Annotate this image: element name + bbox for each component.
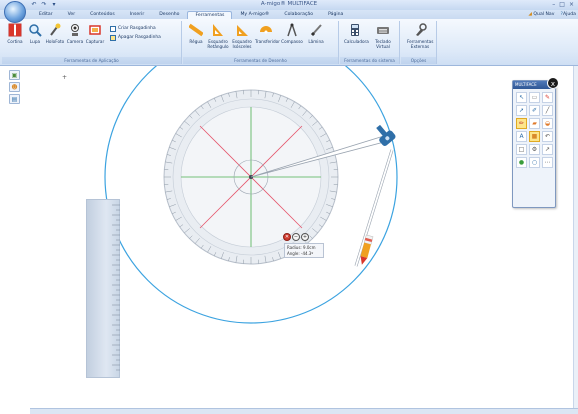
transferidor-icon xyxy=(259,23,273,37)
lamina-icon xyxy=(309,23,323,37)
lupa-icon xyxy=(28,23,42,37)
lamina-button[interactable]: Lâmina xyxy=(305,23,327,44)
menu-tabs-row: Editar Ver Conteúdos Inserir Desenho Fer… xyxy=(0,10,578,19)
regua-icon xyxy=(189,23,203,37)
esquadro-isosceles-button[interactable]: Esquadro Isósceles xyxy=(231,23,253,49)
regua-button[interactable]: Régua xyxy=(185,23,207,44)
group-label: Ferramentas de Aplicação xyxy=(2,57,181,64)
cortina-icon xyxy=(8,23,22,37)
window-title: A-migo® MULTIFACE xyxy=(260,1,318,7)
ajuda-link[interactable]: ?Ajuda xyxy=(560,11,576,19)
teclado-icon xyxy=(376,23,390,37)
horizontal-scrollbar[interactable] xyxy=(30,408,578,414)
toolbox-close-icon[interactable]: x xyxy=(547,77,559,89)
group-sistema: Calculadora Teclado Virtual Ferramentas … xyxy=(340,21,400,64)
esquadro-isosceles-icon xyxy=(235,23,249,37)
tab-inserir[interactable]: Inserir xyxy=(123,11,152,19)
group-label: Opções xyxy=(401,57,436,64)
teclado-virtual-button[interactable]: Teclado Virtual xyxy=(372,23,394,49)
shape-tool-icon[interactable]: ■ xyxy=(529,131,540,142)
measurement-info: Radius: 9.0cm Angle: -44.3º xyxy=(284,243,324,258)
tab-ferramentas[interactable]: Ferramentas xyxy=(187,11,233,19)
group-label: Ferramentas do sistema xyxy=(340,57,399,64)
holofoto-icon xyxy=(48,23,62,37)
circle-tool-icon[interactable]: ○ xyxy=(529,157,540,168)
ferramentas-externas-button[interactable]: Ferramentas Externas xyxy=(407,23,433,49)
tab-my-amigo[interactable]: My A-migo® xyxy=(233,11,276,19)
toolbox-title: MULTIFACE xyxy=(515,82,537,87)
esquadro-retangulo-icon xyxy=(211,23,225,37)
criar-rasgadinha-icon xyxy=(110,26,116,32)
vertical-scrollbar[interactable] xyxy=(573,66,578,408)
apagar-rasgadinha-button[interactable]: Apagar Rasgadinha xyxy=(110,35,161,41)
compass-measurement-panel: ✕ − + Radius: 9.0cm Angle: -44.3º xyxy=(283,233,327,261)
delete-compass-icon[interactable]: ✕ xyxy=(283,233,291,241)
text-tool-icon[interactable]: A xyxy=(516,131,527,142)
tab-desenho[interactable]: Desenho xyxy=(152,11,186,19)
close-button[interactable]: × xyxy=(569,1,574,8)
menu-tabs: Editar Ver Conteúdos Inserir Desenho Fer… xyxy=(32,11,350,19)
toolbox-grid: ↖ ▭ ✎ ➚ ✐ ╱ ✏ ▰ ◒ A ■ ↶ □ ⚙ ↗ ● ○ ⋯ xyxy=(513,89,555,170)
application-orb-button[interactable] xyxy=(4,1,26,23)
ribbon: Cortina Lupa HoloFoto Camera Capturar Cr… xyxy=(0,19,578,66)
calculadora-button[interactable]: Calculadora xyxy=(344,23,369,44)
calculadora-icon xyxy=(348,23,362,37)
capturar-button[interactable]: Capturar xyxy=(84,23,106,44)
color-tool-icon[interactable]: ● xyxy=(516,157,527,168)
right-links: ◢ Qual Nav ?Ajuda xyxy=(528,11,576,19)
holofoto-button[interactable]: HoloFoto xyxy=(44,23,66,44)
capturar-icon xyxy=(88,23,102,37)
page-tool-icon[interactable]: ▭ xyxy=(529,92,540,103)
compasso-button[interactable]: Compasso xyxy=(281,23,303,44)
highlighter-tool-icon[interactable]: ✏ xyxy=(516,118,527,129)
tab-colaboracao[interactable]: Colaboração xyxy=(277,11,320,19)
pen-tool-icon[interactable]: ✎ xyxy=(542,92,553,103)
criar-rasgadinha-button[interactable]: Criar Rasgadinha xyxy=(110,26,156,32)
apagar-rasgadinha-icon xyxy=(110,35,116,41)
line-tool-icon[interactable]: ╱ xyxy=(542,105,553,116)
title-bar: ↶ ↷ ▾ A-migo® MULTIFACE – □ × xyxy=(0,0,578,10)
zoom-out-icon[interactable]: − xyxy=(292,233,300,241)
tab-conteudos[interactable]: Conteúdos xyxy=(83,11,122,19)
select-tool-icon[interactable]: ↖ xyxy=(516,92,527,103)
zoom-in-icon[interactable]: + xyxy=(301,233,309,241)
esquadro-retangulo-button[interactable]: Esquadro Retângulo xyxy=(207,23,229,49)
maximize-button[interactable]: □ xyxy=(559,1,565,8)
cortina-button[interactable]: Cortina xyxy=(4,23,26,44)
floating-toolbox[interactable]: MULTIFACE x ↖ ▭ ✎ ➚ ✐ ╱ ✏ ▰ ◒ A ■ ↶ □ ⚙ … xyxy=(512,77,559,208)
group-label: Ferramentas de Desenho xyxy=(183,57,338,64)
lupa-button[interactable]: Lupa xyxy=(24,23,46,44)
group-desenho: Régua Esquadro Retângulo Esquadro Isósce… xyxy=(183,21,339,64)
tab-ver[interactable]: Ver xyxy=(61,11,83,19)
nav-icon: ◢ xyxy=(528,12,532,17)
qual-nav-link[interactable]: ◢ Qual Nav xyxy=(528,11,554,19)
marker-tool-icon[interactable]: ✐ xyxy=(529,105,540,116)
compass-controls: ✕ − + xyxy=(283,233,327,241)
radius-readout: Radius: 9.0cm xyxy=(287,245,316,250)
transferidor-button[interactable]: Transferidor xyxy=(255,23,280,44)
settings-tool-icon[interactable]: ⚙ xyxy=(529,144,540,155)
group-aplicacao: Cortina Lupa HoloFoto Camera Capturar Cr… xyxy=(2,21,182,64)
pointer-tool-icon[interactable]: ➚ xyxy=(516,105,527,116)
eraser-tool-icon[interactable]: ▰ xyxy=(529,118,540,129)
angle-readout: Angle: -44.3º xyxy=(287,250,314,256)
minimize-button[interactable]: – xyxy=(552,1,555,8)
compasso-icon xyxy=(285,23,299,37)
arrow-tool-icon[interactable]: ↗ xyxy=(542,144,553,155)
camera-icon xyxy=(68,23,82,37)
more-tool-icon[interactable]: ⋯ xyxy=(542,157,553,168)
window-controls: – □ × xyxy=(552,1,574,8)
ferramentas-externas-icon xyxy=(413,23,427,37)
rect-tool-icon[interactable]: □ xyxy=(516,144,527,155)
tab-pagina[interactable]: Página xyxy=(321,11,350,19)
group-opcoes: Ferramentas Externas Opções xyxy=(401,21,437,64)
camera-button[interactable]: Camera xyxy=(64,23,86,44)
tab-editar[interactable]: Editar xyxy=(32,11,60,19)
fill-tool-icon[interactable]: ◒ xyxy=(542,118,553,129)
toolbox-header[interactable]: MULTIFACE x xyxy=(513,77,559,89)
ruler-scale xyxy=(112,204,120,371)
undo-tool-icon[interactable]: ↶ xyxy=(542,131,553,142)
